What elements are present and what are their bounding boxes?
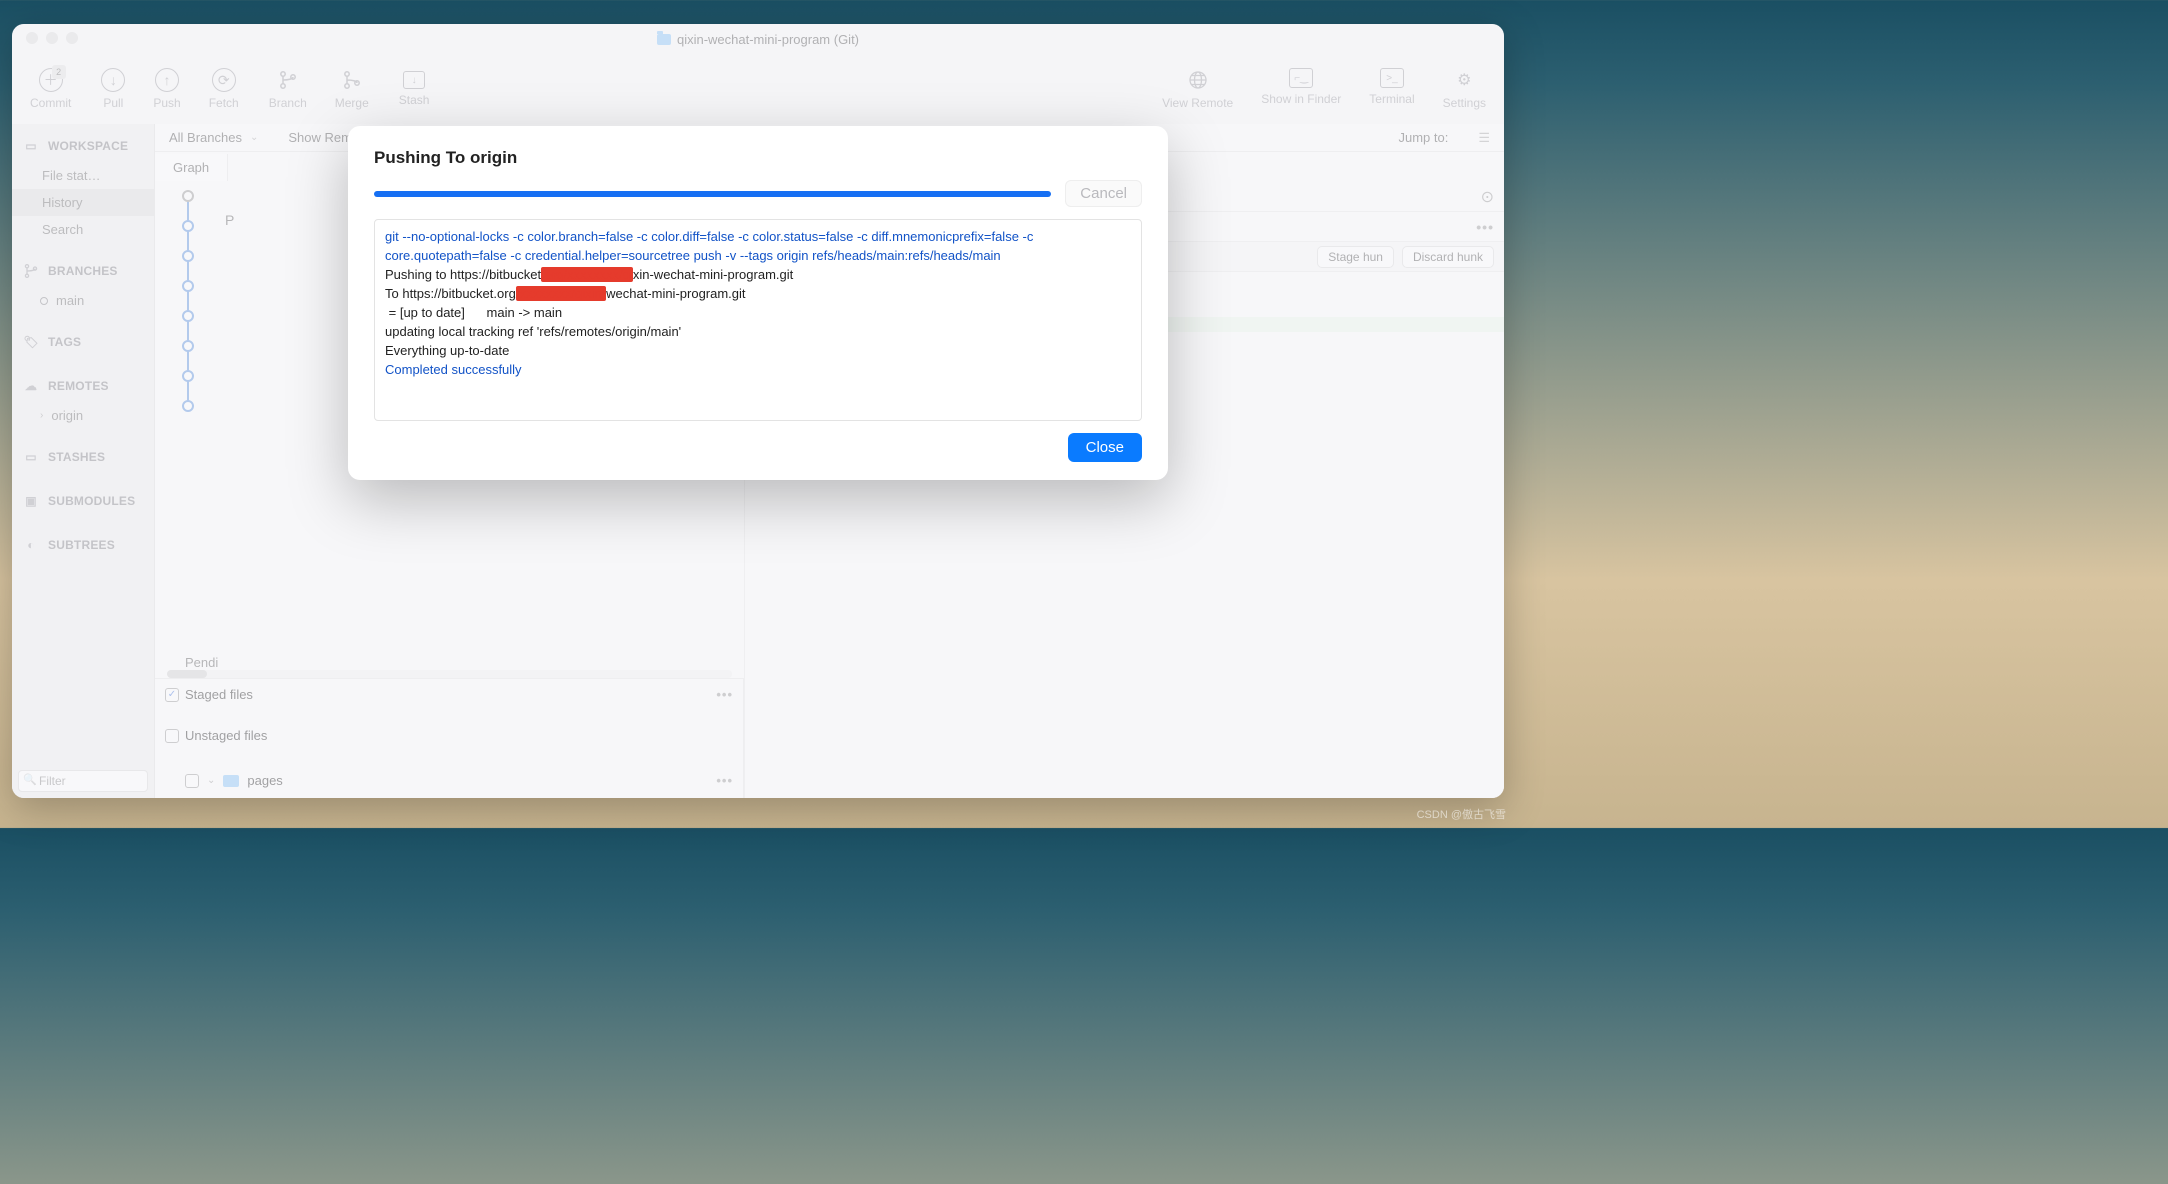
sidebar-section-stashes[interactable]: ▭STASHES: [12, 441, 154, 473]
submodule-icon: ▣: [22, 493, 40, 509]
push-progress-dialog: Pushing To origin Cancel git --no-option…: [348, 126, 1168, 480]
branch-button[interactable]: Branch: [269, 68, 307, 110]
folder-icon: [657, 34, 671, 45]
graph-commit-dot[interactable]: [182, 310, 194, 322]
sidebar-section-tags[interactable]: 🏷TAGS: [12, 326, 154, 358]
progress-bar: [374, 191, 1051, 197]
file-name: pages: [247, 773, 282, 788]
file-status-panel: Staged files ••• Unstaged files ⌄: [155, 679, 744, 798]
current-branch-icon: [40, 297, 48, 305]
window-title: qixin-wechat-mini-program (Git): [677, 32, 859, 47]
merge-button[interactable]: Merge: [335, 68, 369, 110]
cancel-button[interactable]: Cancel: [1065, 180, 1142, 207]
updown-icon: ⌄: [250, 132, 258, 143]
pull-button[interactable]: ↓Pull: [101, 68, 125, 110]
sidebar-remote-origin[interactable]: ›origin: [12, 402, 154, 429]
jump-to[interactable]: Jump to:: [1398, 130, 1448, 145]
stash-icon: ▭: [22, 449, 40, 465]
globe-icon: [1186, 68, 1210, 92]
watermark: CSDN @傲古飞雪: [1417, 806, 1506, 822]
horizontal-scrollbar[interactable]: [167, 670, 732, 678]
sidebar-section-subtrees[interactable]: ◐SUBTREES: [12, 529, 154, 561]
push-log[interactable]: git --no-optional-locks -c color.branch=…: [374, 219, 1142, 421]
folder-icon: [223, 775, 239, 787]
staged-more-icon[interactable]: •••: [716, 687, 733, 702]
sidebar-item-search[interactable]: Search: [12, 216, 154, 243]
branch-icon: [276, 68, 300, 92]
terminal-button[interactable]: >_Terminal: [1369, 68, 1414, 110]
graph-commit-dot[interactable]: [182, 400, 194, 412]
diff-more-icon[interactable]: •••: [1476, 219, 1494, 235]
zoom-window-icon[interactable]: [66, 32, 78, 44]
filter-menu-icon[interactable]: ☰: [1478, 130, 1490, 146]
push-button[interactable]: ↑Push: [153, 68, 180, 110]
graph-commit-dot[interactable]: [182, 280, 194, 292]
toolbar: ＋2 Commit ↓Pull ↑Push ⟳Fetch Branch Merg…: [12, 54, 1504, 124]
stage-hunk-button[interactable]: Stage hun: [1317, 246, 1394, 268]
file-row-pages[interactable]: ⌄ pages •••: [165, 769, 733, 792]
chevron-right-icon: ›: [40, 410, 43, 421]
discard-hunk-button[interactable]: Discard hunk: [1402, 246, 1494, 268]
chevron-down-icon[interactable]: ⌄: [207, 775, 215, 786]
pending-label: Pendi: [185, 655, 218, 670]
close-button[interactable]: Close: [1068, 433, 1142, 462]
sidebar-filter-input[interactable]: [18, 770, 148, 792]
sidebar-branch-main[interactable]: main: [12, 287, 154, 314]
staged-toggle-checkbox[interactable]: [165, 688, 179, 702]
traffic-lights[interactable]: [26, 32, 78, 44]
diff-settings-icon[interactable]: ⊙: [1481, 187, 1494, 207]
tab-graph[interactable]: Graph: [155, 154, 228, 181]
commit-badge: 2: [52, 65, 66, 79]
subtree-icon: ◐: [22, 537, 40, 553]
sidebar-section-remotes[interactable]: ☁REMOTES: [12, 370, 154, 402]
minimize-window-icon[interactable]: [46, 32, 58, 44]
workspace-icon: ▭: [22, 138, 40, 154]
truncated-label: P: [225, 212, 234, 228]
branch-icon: [22, 263, 40, 279]
show-in-finder-button[interactable]: ⌐‿Show in Finder: [1261, 68, 1341, 110]
cloud-icon: ☁: [22, 378, 40, 394]
terminal-icon: >_: [1380, 68, 1404, 88]
refresh-icon: ⟳: [212, 68, 236, 92]
sidebar-item-file-status[interactable]: File stat…: [12, 162, 154, 189]
sidebar-section-workspace[interactable]: ▭WORKSPACE: [12, 130, 154, 162]
graph-commit-dot[interactable]: [182, 190, 194, 202]
stash-icon: ↓: [403, 71, 425, 89]
sidebar-section-branches[interactable]: BRANCHES: [12, 255, 154, 287]
fetch-button[interactable]: ⟳Fetch: [209, 68, 239, 110]
commit-button[interactable]: ＋2 Commit: [30, 68, 71, 110]
finder-face-icon: ⌐‿: [1289, 68, 1313, 88]
dialog-title: Pushing To origin: [374, 148, 1142, 168]
sidebar-section-submodules[interactable]: ▣SUBMODULES: [12, 485, 154, 517]
graph-commit-dot[interactable]: [182, 370, 194, 382]
graph-commit-dot[interactable]: [182, 340, 194, 352]
arrow-down-icon: ↓: [101, 68, 125, 92]
graph-commit-dot[interactable]: [182, 250, 194, 262]
unstaged-files-label: Unstaged files: [185, 728, 267, 743]
close-window-icon[interactable]: [26, 32, 38, 44]
sidebar: ▭WORKSPACE File stat… History Search BRA…: [12, 124, 155, 798]
plus-icon: ＋2: [39, 68, 63, 92]
stash-button[interactable]: ↓Stash: [399, 71, 430, 107]
titlebar: qixin-wechat-mini-program (Git): [12, 24, 1504, 54]
graph-commit-dot[interactable]: [182, 220, 194, 232]
settings-button[interactable]: ⚙Settings: [1443, 68, 1486, 110]
sidebar-item-history[interactable]: History: [12, 189, 154, 216]
tag-icon: 🏷: [22, 334, 40, 350]
merge-icon: [340, 68, 364, 92]
view-remote-button[interactable]: View Remote: [1162, 68, 1233, 110]
file-more-icon[interactable]: •••: [716, 773, 733, 788]
staged-files-label: Staged files: [185, 687, 253, 702]
gear-icon: ⚙: [1452, 68, 1476, 92]
arrow-up-icon: ↑: [155, 68, 179, 92]
unstaged-toggle-checkbox[interactable]: [165, 729, 179, 743]
file-checkbox[interactable]: [185, 774, 199, 788]
filter-all-branches[interactable]: All Branches⌄: [169, 130, 258, 145]
